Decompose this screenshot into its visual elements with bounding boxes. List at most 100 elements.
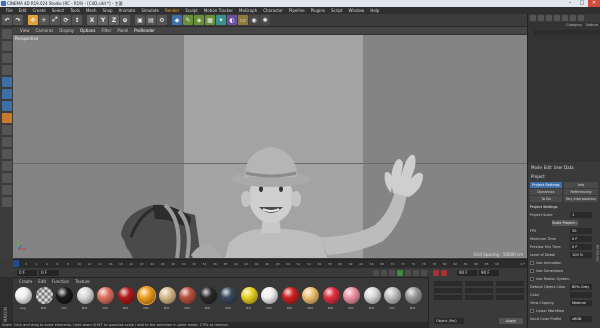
start-frame-field[interactable]: 0 F — [17, 270, 37, 276]
points-mode-icon[interactable] — [1, 77, 12, 87]
menu-plugins[interactable]: Plugins — [308, 7, 328, 14]
object-manager-view-icon[interactable] — [546, 15, 552, 21]
previous-frame-icon[interactable] — [389, 270, 395, 276]
menu-pipeline[interactable]: Pipeline — [286, 7, 308, 14]
apply-button[interactable]: Apply — [499, 318, 523, 324]
polygons-mode-icon[interactable] — [1, 101, 12, 111]
coordinate-system-icon[interactable]: ⊕ — [120, 15, 130, 25]
menu-mesh[interactable]: Mesh — [83, 7, 100, 14]
texture-mode-icon[interactable] — [1, 53, 12, 63]
viewport-menu-panel[interactable]: Panel — [114, 27, 131, 35]
current-frame-field[interactable]: 0 F — [39, 270, 59, 276]
material-swatch[interactable] — [76, 287, 94, 304]
material-swatch[interactable] — [363, 287, 381, 304]
render-picture-viewer-icon[interactable]: ▤ — [146, 15, 156, 25]
play-forward-icon[interactable] — [397, 270, 403, 276]
material-swatch[interactable] — [117, 287, 135, 304]
model-mode-icon[interactable] — [1, 41, 12, 51]
rotate-icon[interactable]: ⟳ — [61, 15, 71, 25]
object-manager-bookmarks-icon[interactable] — [570, 15, 576, 21]
attribute-value-field[interactable]: Medium — [570, 300, 592, 306]
previous-key-icon[interactable] — [381, 270, 387, 276]
material-swatch[interactable] — [384, 287, 401, 304]
position-y-field[interactable] — [434, 288, 462, 293]
material-swatch[interactable] — [56, 287, 73, 304]
tab-referencing[interactable]: Referencing — [564, 189, 598, 195]
light-icon[interactable]: ✺ — [260, 15, 270, 25]
viewport-menu-options[interactable]: Options — [77, 27, 98, 35]
material-swatch[interactable] — [281, 287, 299, 304]
tab-to-do[interactable]: To Do — [530, 196, 562, 202]
redo-icon[interactable]: ↷ — [13, 15, 23, 25]
perspective-viewport[interactable]: Perspective Grid Spacing: 50000 cm — [13, 35, 527, 258]
recent-tools-icon[interactable]: ↕ — [72, 15, 82, 25]
menu-simulate[interactable]: Simulate — [138, 7, 162, 14]
spline-pen-icon[interactable]: ✎ — [183, 15, 193, 25]
scale-project-button[interactable]: Scale Project... — [552, 220, 578, 226]
axis-mode-icon[interactable] — [1, 113, 12, 123]
attribute-value-field[interactable]: 1 — [570, 212, 592, 218]
attribute-checkbox[interactable] — [530, 309, 534, 313]
material-swatch[interactable] — [343, 287, 360, 304]
attribute-checkbox[interactable] — [530, 261, 534, 265]
menu-window[interactable]: Window — [346, 7, 368, 14]
viewport-menu-filter[interactable]: Filter — [98, 27, 114, 35]
tab-dynamics[interactable]: Dynamics — [530, 189, 562, 195]
tweak-mode-icon[interactable] — [1, 125, 12, 135]
attribute-value-field[interactable]: 0 F — [570, 244, 592, 250]
menu-render[interactable]: Render — [162, 7, 182, 14]
position-z-field[interactable] — [434, 295, 462, 300]
tab-info[interactable]: Info — [564, 182, 598, 188]
coordinate-mode-dropdown[interactable]: Object (Rel) — [434, 318, 464, 324]
menu-script[interactable]: Script — [328, 7, 346, 14]
end-frame-field[interactable]: 90 F — [457, 270, 477, 276]
camera-icon[interactable]: ◉ — [249, 15, 259, 25]
material-swatch[interactable] — [158, 287, 176, 304]
render-settings-icon[interactable]: ⚙ — [157, 15, 167, 25]
attribute-value-field[interactable] — [570, 292, 592, 298]
timeline-ruler[interactable]: 0 2 4 6 8 10 12 14 16 18 20 22 24 26 28 30 32 34 36 38 40 42 4… — [13, 259, 527, 268]
autokeying-icon[interactable] — [441, 270, 447, 276]
material-menu-create[interactable]: Create — [16, 279, 35, 284]
rotation-h-field[interactable] — [496, 281, 524, 286]
attribute-checkbox[interactable] — [530, 277, 534, 281]
material-swatch[interactable] — [137, 286, 156, 305]
next-frame-icon[interactable] — [405, 270, 411, 276]
maximize-button[interactable]: □ — [576, 0, 588, 7]
attribute-checkbox[interactable] — [530, 269, 534, 273]
object-manager-file-icon[interactable] — [530, 15, 536, 21]
menu-snap[interactable]: Snap — [99, 7, 115, 14]
material-swatch[interactable] — [404, 287, 422, 304]
menu-sculpt[interactable]: Sculpt — [182, 7, 201, 14]
menu-select[interactable]: Select — [49, 7, 67, 14]
attribute-menu-mode[interactable]: Mode — [531, 165, 542, 170]
menu-character[interactable]: Character — [260, 7, 286, 14]
workplane-lock-icon[interactable] — [1, 149, 12, 159]
go-to-end-icon[interactable] — [421, 270, 427, 276]
material-swatch[interactable] — [35, 287, 53, 304]
floor-icon[interactable]: ▭ — [238, 15, 248, 25]
material-menu-edit[interactable]: Edit — [35, 279, 49, 284]
viewport-menu-display[interactable]: Display — [56, 27, 77, 35]
z-axis-button[interactable]: Z — [109, 15, 119, 25]
viewport-menu-cameras[interactable]: Cameras — [33, 27, 57, 35]
material-swatch[interactable] — [302, 287, 319, 304]
size-z-field[interactable] — [465, 295, 493, 300]
menu-tools[interactable]: Tools — [67, 7, 83, 14]
go-to-start-icon[interactable] — [373, 270, 379, 276]
make-editable-icon[interactable] — [1, 29, 12, 39]
scale-icon[interactable]: ⤢ — [50, 15, 60, 25]
material-swatch[interactable] — [240, 287, 258, 304]
menu-file[interactable]: File — [3, 7, 16, 14]
material-swatch[interactable] — [179, 287, 196, 304]
tab-project-settings[interactable]: Project Settings — [530, 182, 562, 188]
menu-help[interactable]: Help — [367, 7, 382, 14]
menu-mograph[interactable]: MoGraph — [236, 7, 260, 14]
preview-end-frame-field[interactable]: 90 F — [479, 270, 499, 276]
menu-motion-tracker[interactable]: Motion Tracker — [201, 7, 236, 14]
menu-create[interactable]: Create — [29, 7, 48, 14]
array-icon[interactable]: ▦ — [205, 15, 215, 25]
close-button[interactable]: ✕ — [588, 0, 600, 7]
object-manager-edit-icon[interactable] — [538, 15, 544, 21]
size-y-field[interactable] — [465, 288, 493, 293]
